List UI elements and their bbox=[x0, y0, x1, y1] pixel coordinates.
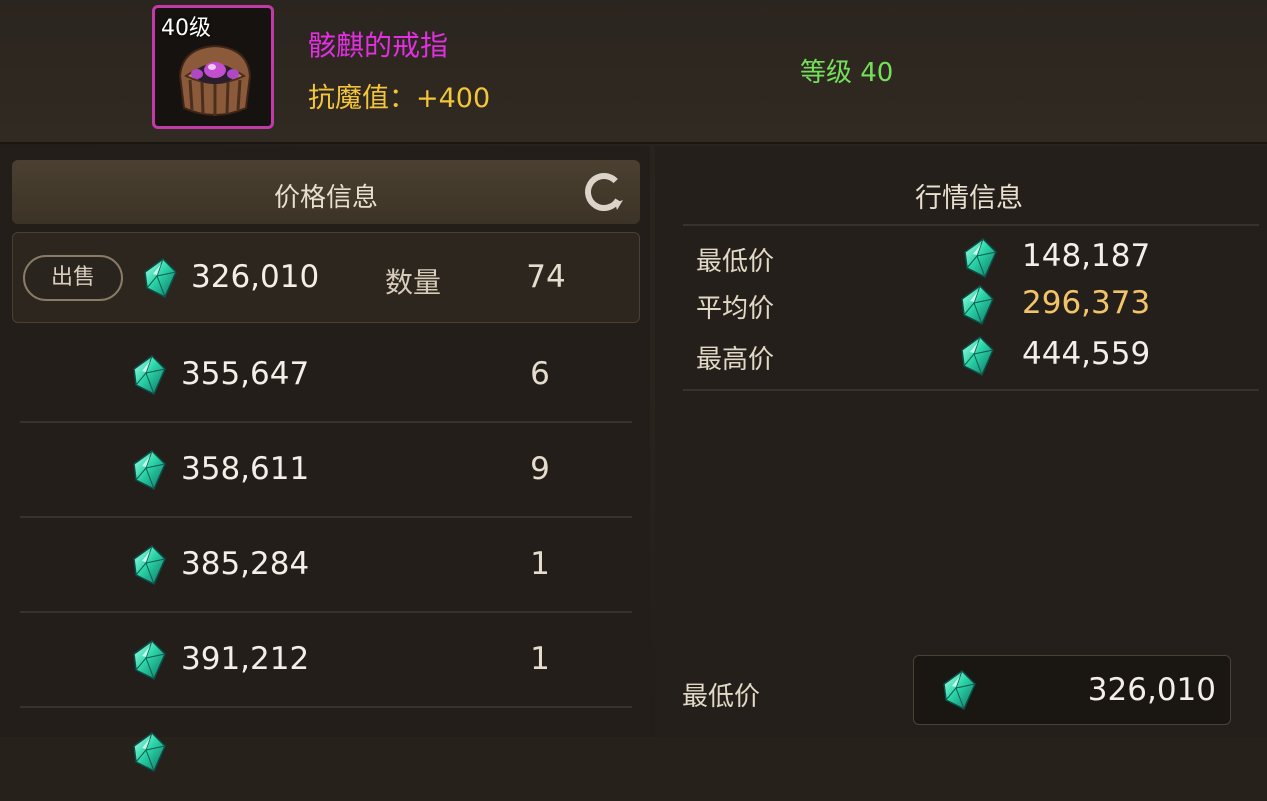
listing-quantity: 1 bbox=[530, 546, 550, 582]
price-panel-title: 价格信息 bbox=[273, 183, 378, 213]
listing-row[interactable]: 391,212 1 bbox=[20, 611, 632, 708]
refresh-icon[interactable] bbox=[582, 170, 626, 214]
listing-price: 355,647 bbox=[181, 356, 310, 392]
gem-icon bbox=[143, 258, 177, 298]
market-panel: 行情信息 最低价 148,187 平均价 296,373 最高价 444,559… bbox=[655, 146, 1267, 737]
price-panel-header: 价格信息 bbox=[12, 160, 640, 224]
market-panel-title: 行情信息 bbox=[915, 183, 1023, 214]
divider bbox=[683, 389, 1259, 391]
listing-quantity: 74 bbox=[526, 259, 566, 295]
lowest-price-value: 148,187 bbox=[1022, 238, 1151, 274]
listing-quantity: 9 bbox=[530, 451, 550, 487]
listing-price: 358,611 bbox=[181, 451, 310, 487]
listing-price: 326,010 bbox=[191, 259, 320, 295]
listing-quantity: 1 bbox=[530, 641, 550, 677]
item-stat: 抗魔值：+400 bbox=[308, 83, 491, 114]
average-price-value: 296,373 bbox=[1022, 285, 1151, 321]
item-level-badge: 40级 bbox=[161, 16, 211, 41]
sell-button[interactable]: 出售 bbox=[23, 255, 123, 301]
gem-icon bbox=[963, 238, 997, 278]
gem-icon bbox=[132, 732, 166, 772]
listing-row[interactable]: 358,611 9 bbox=[20, 421, 632, 518]
gem-icon bbox=[132, 450, 166, 490]
quantity-label: 数量 bbox=[385, 266, 442, 299]
bottom-lowest-price-value: 326,010 bbox=[1087, 672, 1216, 708]
item-name: 骸麒的戒指 bbox=[308, 29, 449, 62]
listing-row[interactable]: 385,284 1 bbox=[20, 516, 632, 613]
listing-price: 391,212 bbox=[181, 641, 310, 677]
gem-icon bbox=[960, 336, 994, 376]
average-price-label: 平均价 bbox=[696, 294, 775, 324]
ring-item-icon bbox=[178, 44, 252, 116]
listing-price: 385,284 bbox=[181, 546, 310, 582]
price-panel: 价格信息 出售 326,010 数量 74 355,647 6 358,611 … bbox=[0, 146, 650, 737]
lowest-price-box: 326,010 bbox=[913, 655, 1231, 725]
gem-icon bbox=[960, 285, 994, 325]
highest-price-label: 最高价 bbox=[696, 345, 775, 375]
gem-icon bbox=[132, 545, 166, 585]
gem-icon bbox=[942, 670, 976, 710]
listing-row-partial[interactable] bbox=[20, 706, 632, 801]
lowest-price-label: 最低价 bbox=[696, 247, 775, 277]
bottom-lowest-price-label: 最低价 bbox=[682, 682, 761, 712]
item-slot[interactable]: 40级 bbox=[152, 5, 274, 129]
listing-quantity: 6 bbox=[530, 356, 550, 392]
item-header: 40级 骸麒的戒指 抗魔值：+400 等级 40 bbox=[0, 0, 1267, 144]
highest-price-value: 444,559 bbox=[1022, 336, 1151, 372]
listing-row[interactable]: 355,647 6 bbox=[20, 326, 632, 423]
gem-icon bbox=[132, 640, 166, 680]
item-grade: 等级 40 bbox=[800, 58, 894, 88]
gem-icon bbox=[132, 355, 166, 395]
listing-row-selected[interactable]: 出售 326,010 数量 74 bbox=[12, 232, 640, 323]
divider bbox=[683, 224, 1259, 226]
